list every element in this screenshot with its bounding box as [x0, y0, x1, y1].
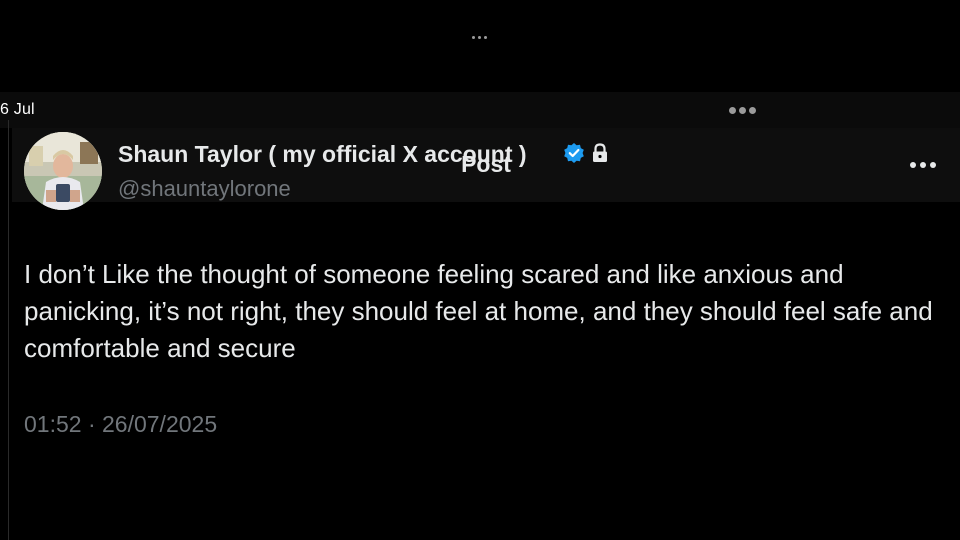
lock-icon	[593, 143, 607, 162]
more-dot	[910, 162, 916, 168]
author-avatar[interactable]	[24, 132, 102, 210]
more-dot	[930, 162, 936, 168]
status-bar	[0, 92, 960, 128]
status-date: 6 Jul	[0, 101, 35, 118]
avatar-photo	[24, 132, 102, 210]
more-options-button[interactable]	[906, 152, 940, 178]
author-name[interactable]: Shaun Taylor ( my official X account )	[118, 141, 527, 168]
more-dot	[920, 162, 926, 168]
author-handle[interactable]: @shauntaylorone	[118, 176, 291, 202]
post-timestamp[interactable]: 01:52 · 26/07/2025	[24, 411, 217, 438]
multitasking-dots-icon[interactable]	[729, 107, 756, 114]
post-body-text: I don’t Like the thought of someone feel…	[24, 259, 933, 363]
author-badges	[563, 142, 609, 164]
frame-divider	[8, 120, 9, 540]
page: 6 Jul Post Shaun Taylor (my official X …	[0, 0, 960, 540]
window-grabber-dots[interactable]	[472, 36, 487, 39]
verified-badge-icon[interactable]	[563, 142, 585, 164]
